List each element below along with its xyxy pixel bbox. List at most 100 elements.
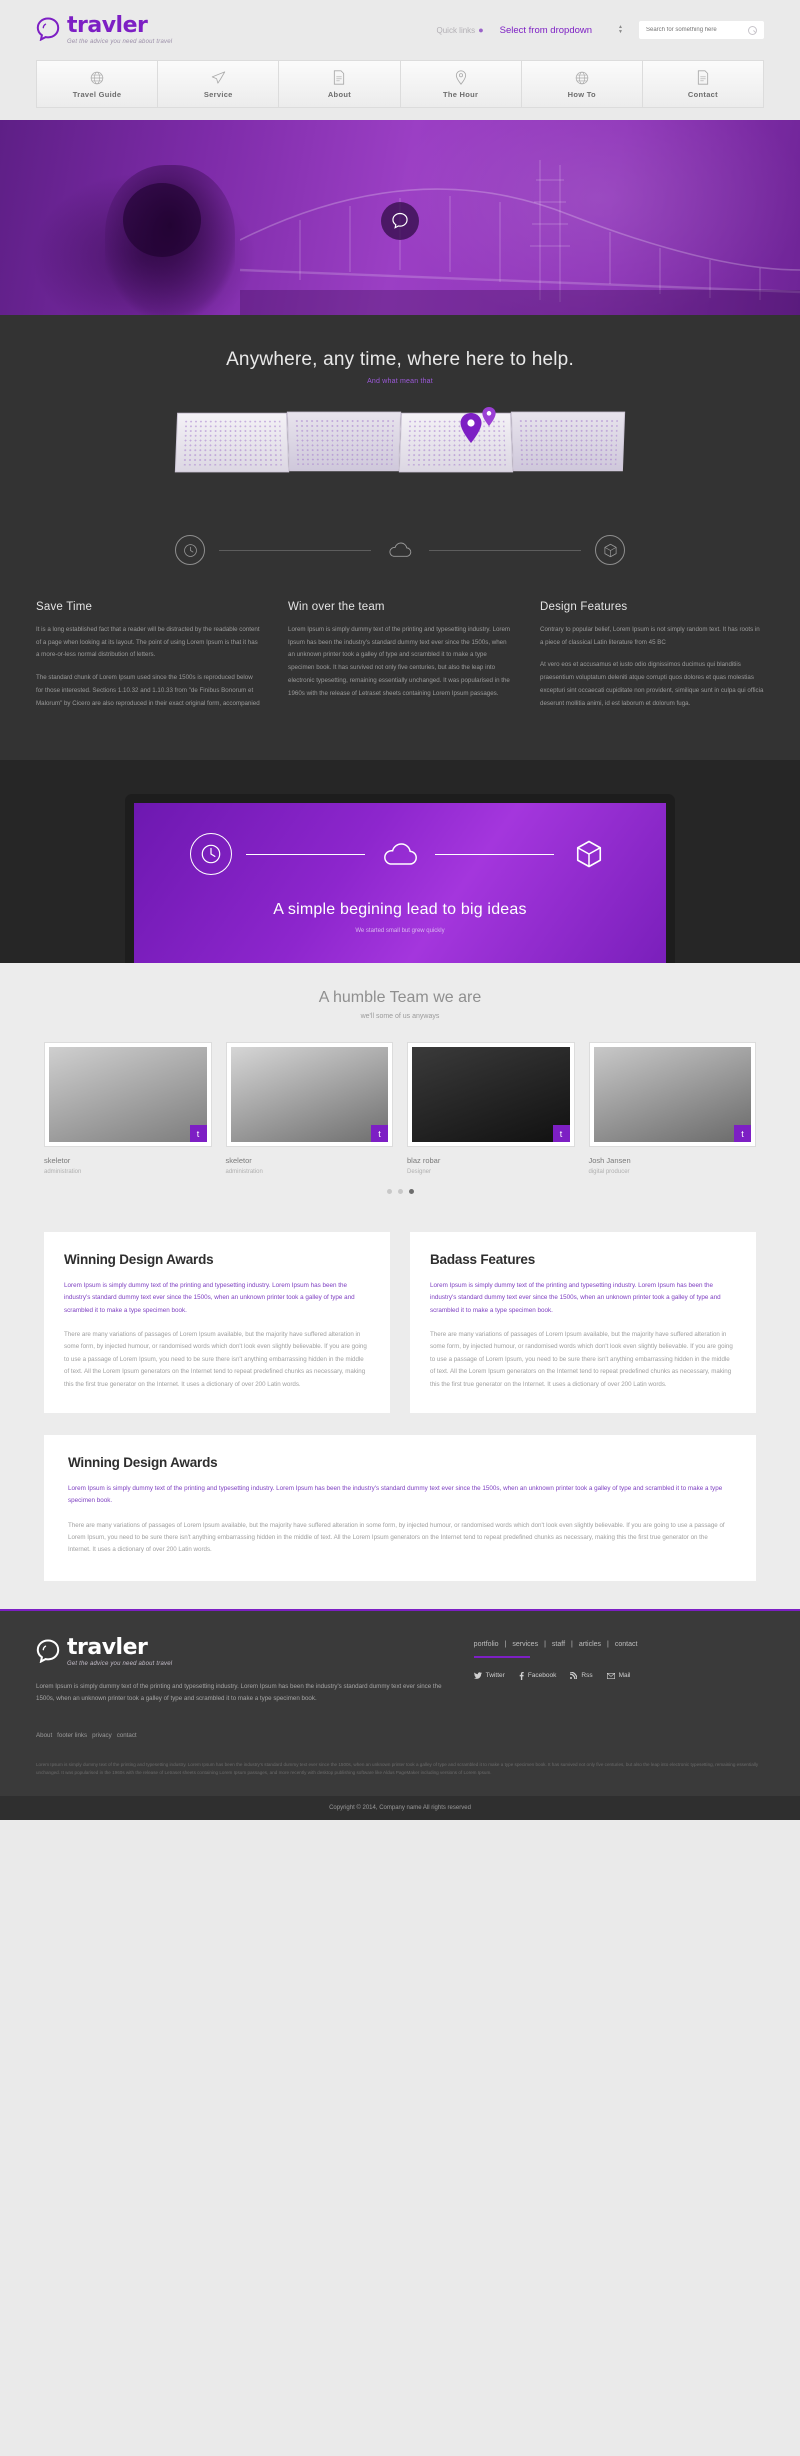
member-name: skeletor (225, 1156, 252, 1166)
footer-link[interactable]: About (36, 1732, 52, 1739)
panel-lead: Lorem Ipsum is simply dummy text of the … (68, 1485, 723, 1505)
showcase-title: A simple begining lead to big ideas (273, 901, 527, 919)
showcase-section: A simple begining lead to big ideas We s… (0, 760, 800, 964)
site-header: travler Get the advice you need about tr… (0, 0, 800, 60)
twitter-icon[interactable]: ​t (734, 1125, 751, 1143)
carousel-dot-active[interactable] (408, 1189, 414, 1195)
footer-logo-wordmark: travler (67, 1634, 148, 1660)
panel-title: Winning Design Awards (64, 1252, 214, 1268)
team-member-card[interactable]: ​t skeletor administration (44, 1042, 212, 1175)
social-link-rss[interactable]: Rss (570, 1672, 593, 1680)
footer-nav-item[interactable]: articles (579, 1641, 601, 1648)
column-paragraph: The standard chunk of Lorem Ipsum used s… (36, 674, 260, 707)
nav-label: Service (203, 90, 233, 99)
nav-item-travel-guide[interactable]: Travel Guide (37, 61, 159, 107)
intro-column: Win over the team Lorem Ipsum is simply … (288, 601, 512, 720)
column-paragraph: Contrary to popular belief, Lorem Ipsum … (540, 626, 760, 646)
social-label: Mail (618, 1672, 631, 1680)
footer-nav-item[interactable]: portfolio (474, 1641, 499, 1648)
panel-body: There are many variations of passages of… (430, 1331, 733, 1388)
connector-line (246, 853, 365, 855)
logo-tagline: Get the advice you need about travel (67, 39, 173, 45)
team-member-card[interactable]: ​t skeletor administration (225, 1042, 393, 1176)
footer-nav-item[interactable]: staff (552, 1641, 565, 1648)
nav-label: About (327, 90, 352, 99)
member-name: blaz robar (407, 1156, 441, 1166)
paper-plane-icon (158, 70, 278, 85)
quick-links[interactable]: Quick links ● (437, 25, 484, 35)
hero-badge-button[interactable] (381, 202, 419, 240)
panel-title: Badass Features (430, 1252, 536, 1268)
nav-item-service[interactable]: Service (158, 61, 280, 107)
main-navigation: Travel Guide Service About The Hour How … (0, 60, 800, 120)
header-tools: Quick links ● Select from dropdown ▲ ▼ (437, 21, 764, 39)
panel-body: There are many variations of passages of… (68, 1521, 725, 1554)
footer-link[interactable]: footer links (57, 1732, 87, 1739)
facebook-icon (519, 1671, 524, 1680)
team-member-card[interactable]: ​t blaz robar Designer (407, 1042, 575, 1175)
member-role: digital producer (588, 1169, 630, 1176)
logo-mark-icon (36, 17, 60, 41)
search-icon[interactable] (748, 25, 757, 35)
connector-line (429, 549, 581, 551)
intro-title: Anywhere, any time, where here to help. (226, 349, 574, 370)
site-logo[interactable]: travler Get the advice you need about tr… (36, 15, 172, 45)
footer-link[interactable]: contact (117, 1732, 137, 1739)
footer-logo[interactable]: travler Get the advice you need about tr… (36, 1634, 444, 1667)
cloud-icon (379, 833, 421, 875)
nav-label: Travel Guide (72, 90, 122, 99)
twitter-icon[interactable]: ​t (371, 1125, 388, 1143)
wide-feature-panel: Winning Design Awards Lorem Ipsum is sim… (44, 1435, 756, 1581)
twitter-icon[interactable]: ​t (189, 1125, 207, 1143)
footer-nav-item[interactable]: contact (615, 1641, 638, 1648)
showcase-step-icons (190, 803, 610, 876)
nav-item-contact[interactable]: Contact (643, 61, 763, 107)
wide-panel-wrap: Winning Design Awards Lorem Ipsum is sim… (0, 1413, 800, 1609)
nav-item-the-hour[interactable]: The Hour (401, 61, 522, 107)
intro-subtitle: And what mean that (367, 378, 433, 385)
member-role: administration (44, 1169, 82, 1176)
team-title: A humble Team we are (318, 989, 482, 1007)
search-box[interactable] (639, 21, 764, 39)
location-pin-icon (401, 70, 521, 85)
member-role: Designer (407, 1169, 432, 1176)
social-link-mail[interactable]: Mail (606, 1672, 631, 1680)
social-link-facebook[interactable]: Facebook (519, 1671, 556, 1680)
footer-legal-text: Lorem Ipsum is simply dummy text of the … (36, 1761, 759, 1776)
monitor-frame: A simple begining lead to big ideas We s… (125, 794, 675, 964)
document-icon (279, 70, 399, 85)
intro-step-icons (175, 535, 625, 565)
logo-mark-icon (36, 1639, 60, 1663)
twitter-icon[interactable]: ​t (552, 1125, 570, 1143)
column-paragraph: Lorem Ipsum is simply dummy text of the … (288, 626, 511, 697)
footer-description: Lorem Ipsum is simply dummy text of the … (36, 1682, 442, 1703)
category-dropdown[interactable]: Select from dropdown ▲ ▼ (500, 25, 623, 36)
footer-link[interactable]: privacy (92, 1732, 112, 1739)
clock-icon (190, 833, 232, 876)
panel-body: There are many variations of passages of… (64, 1331, 367, 1388)
map-pin-large-icon (460, 413, 482, 443)
avatar: ​t (49, 1047, 207, 1143)
member-name: skeletor (44, 1156, 71, 1166)
showcase-subtitle: We started small but grew quickly (355, 928, 445, 935)
footer-links: About footer links privacy contact (36, 1732, 444, 1739)
carousel-dot[interactable] (386, 1189, 392, 1195)
connector-line (219, 549, 371, 551)
column-title: Design Features (540, 601, 628, 613)
traveler-photo (105, 165, 235, 315)
member-role: administration (225, 1169, 263, 1176)
carousel-dot[interactable] (397, 1189, 403, 1195)
connector-line (435, 853, 554, 855)
footer-social: Twitter Facebook Rss Mail (473, 1671, 764, 1680)
search-input[interactable] (646, 27, 744, 33)
nav-item-how-to[interactable]: How To (522, 61, 643, 107)
nav-item-about[interactable]: About (279, 61, 401, 107)
column-paragraph: At vero eos et accusamus et iusto odio d… (540, 661, 764, 707)
footer-nav-item[interactable]: services (512, 1641, 538, 1648)
social-link-twitter[interactable]: Twitter (473, 1672, 505, 1680)
nav-label: Contact (687, 90, 718, 99)
site-footer: travler Get the advice you need about tr… (0, 1608, 800, 1797)
team-member-card[interactable]: ​t Josh Jansen digital producer (588, 1042, 756, 1176)
intro-column: Save Time It is a long established fact … (36, 601, 260, 720)
nav-label: How To (567, 90, 596, 99)
